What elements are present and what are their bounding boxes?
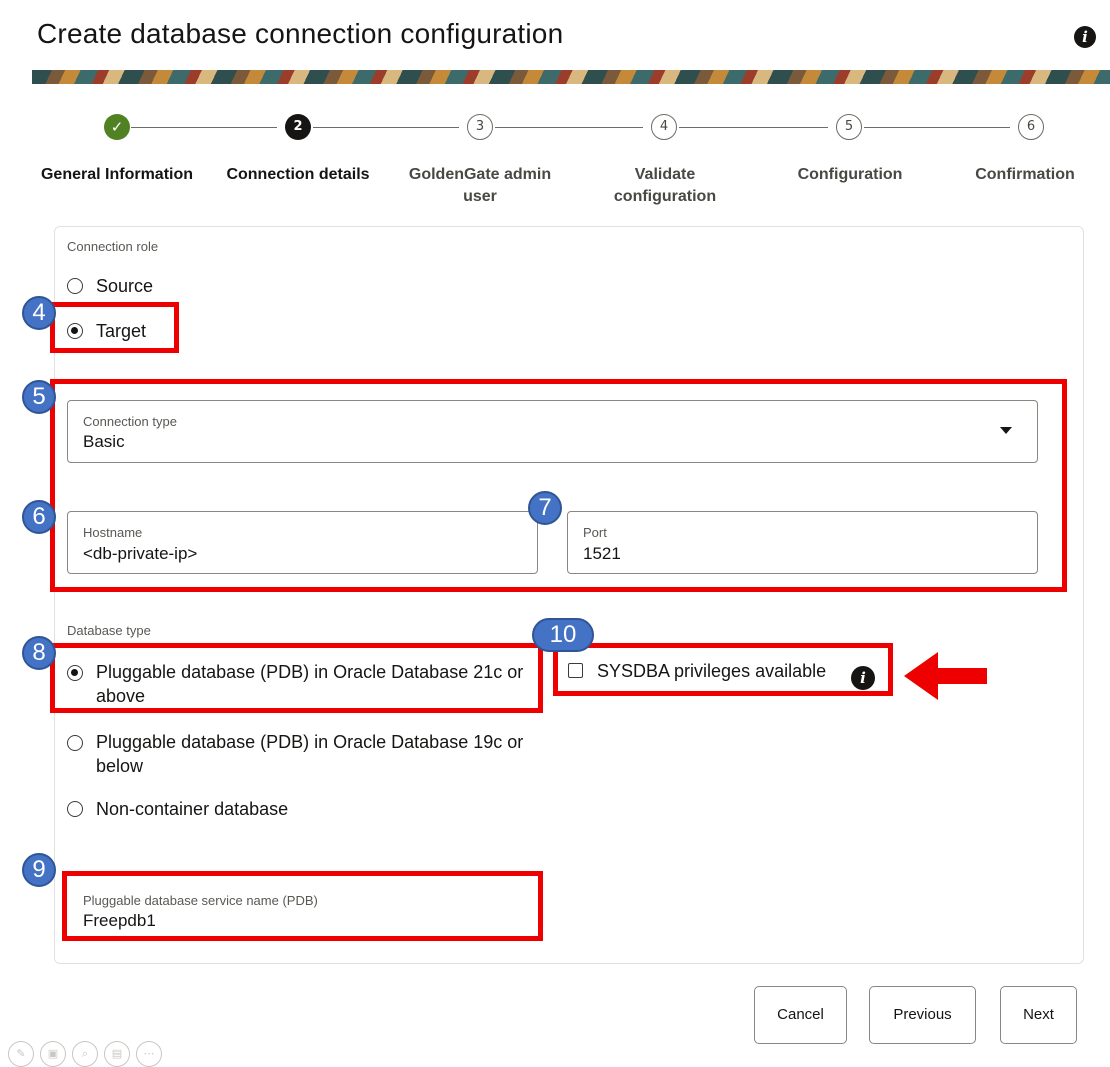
highlight-box-9 [62, 871, 543, 941]
zoom-icon: ⌕ [72, 1041, 98, 1067]
cancel-button[interactable]: Cancel [754, 986, 847, 1044]
annotation-badge-4: 4 [22, 296, 56, 330]
radio-source[interactable] [67, 278, 83, 294]
step-connector [864, 127, 1010, 128]
step-5-label: Configuration [797, 166, 903, 183]
database-type-label: Database type [67, 623, 151, 638]
radio-source-label[interactable]: Source [96, 274, 153, 298]
annotation-badge-9: 9 [22, 853, 56, 887]
connection-role-label: Connection role [67, 239, 159, 254]
highlight-box-5-7 [50, 379, 1067, 592]
annotation-badge-10: 10 [532, 618, 594, 652]
step-1-label[interactable]: General Information [30, 164, 204, 186]
next-button[interactable]: Next [1000, 986, 1077, 1044]
arrow-head-icon [904, 652, 938, 700]
step-2-label[interactable]: Connection details [212, 164, 384, 186]
highlight-box-8 [50, 643, 543, 713]
radio-pdb-19c[interactable] [67, 735, 83, 751]
step-connector [131, 127, 277, 128]
radio-non-container[interactable] [67, 801, 83, 817]
step-connector [495, 127, 643, 128]
highlight-box-10 [553, 643, 893, 696]
annotation-badge-8: 8 [22, 636, 56, 670]
more-icon: ⋯ [136, 1041, 162, 1067]
step-1-check-icon[interactable]: ✓ [104, 114, 130, 140]
step-2-indicator[interactable]: 2 [285, 114, 311, 140]
arrow-left-icon [935, 668, 987, 684]
decorative-banner [32, 70, 1110, 84]
info-icon[interactable]: i [1074, 26, 1096, 48]
step-4-label: Validate configuration [613, 166, 717, 205]
page-title: Create database connection configuration [37, 18, 564, 49]
step-connector [313, 127, 459, 128]
radio-pdb-19c-label[interactable]: Pluggable database (PDB) in Oracle Datab… [96, 730, 536, 778]
highlight-box-4 [50, 302, 179, 353]
step-6-label: Confirmation [975, 166, 1075, 183]
pencil-icon: ✎ [8, 1041, 34, 1067]
annotation-badge-5: 5 [22, 380, 56, 414]
image-icon: ▣ [40, 1041, 66, 1067]
annotation-badge-6: 6 [22, 500, 56, 534]
annotation-badge-7: 7 [528, 491, 562, 525]
step-3-label: GoldenGate admin user [408, 166, 552, 205]
step-connector [679, 127, 828, 128]
radio-non-container-label[interactable]: Non-container database [96, 797, 288, 821]
step-3-indicator: 3 [467, 114, 493, 140]
step-4-indicator: 4 [651, 114, 677, 140]
comment-icon: ▤ [104, 1041, 130, 1067]
step-6-indicator: 6 [1018, 114, 1044, 140]
previous-button[interactable]: Previous [869, 986, 976, 1044]
step-5-indicator: 5 [836, 114, 862, 140]
form-panel [54, 226, 1084, 964]
